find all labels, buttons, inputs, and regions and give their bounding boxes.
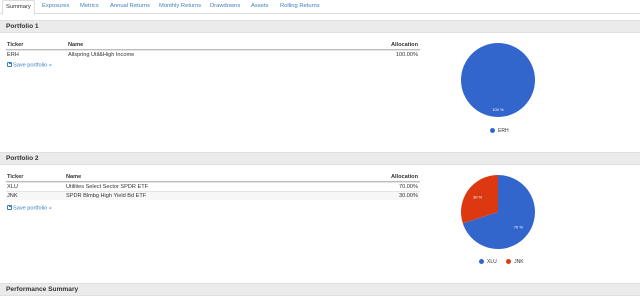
pie-slice-erh[interactable] (461, 43, 535, 117)
tab-summary[interactable]: Summary (2, 0, 35, 15)
pie-slice-label-xlu: 70 % (514, 224, 524, 229)
portfolio1-title: Portfolio 1 (6, 23, 39, 30)
legend-dot (490, 128, 495, 133)
ticker-cell: ERH (7, 52, 19, 58)
tab-annual-returns[interactable]: Annual Returns (110, 0, 150, 14)
portfolio2-legend: XLU JNK (479, 259, 532, 265)
portfolio2-header: Portfolio 2 (0, 152, 640, 165)
column-header-allocation: Allocation (390, 42, 418, 48)
column-header-allocation: Allocation (390, 174, 418, 180)
tab-exposures[interactable]: Exposures (42, 0, 69, 14)
ticker-cell: JNK (7, 193, 18, 199)
save-portfolio1-link[interactable]: Save portfolio » (7, 62, 52, 69)
legend-label: XLU (487, 259, 497, 265)
column-header-ticker: Ticker (7, 174, 24, 180)
table-header-row: Ticker Name Allocation (6, 173, 420, 182)
save-portfolio1-label: Save portfolio » (13, 62, 52, 69)
tab-bar: Summary Exposures Metrics Annual Returns… (0, 0, 640, 15)
performance-summary-title: Performance Summary (6, 286, 79, 293)
save-icon (7, 205, 12, 210)
table-header-row: Ticker Name Allocation (6, 41, 420, 50)
performance-summary-header: Performance Summary (0, 283, 640, 296)
legend-item-xlu[interactable]: XLU (479, 259, 497, 265)
tab-assets[interactable]: Assets (251, 0, 268, 14)
tab-metrics[interactable]: Metrics (80, 0, 99, 14)
legend-dot (506, 259, 512, 264)
save-icon (7, 62, 12, 67)
portfolio2-table: Ticker Name Allocation XLU Utilities Sel… (6, 173, 420, 200)
table-row: XLU Utilities Select Sector SPDR ETF 70.… (6, 182, 420, 191)
pie-slice-label-jnk: 30 % (473, 195, 483, 200)
column-header-name: Name (66, 174, 82, 180)
save-portfolio2-label: Save portfolio » (13, 205, 52, 212)
name-cell: SPDR Blmbg High Yield Bd ETF (66, 193, 147, 199)
portfolio2-pie-chart: 70 % 30 % (461, 175, 535, 249)
ticker-cell: XLU (7, 184, 18, 190)
legend-label: JNK (514, 259, 524, 265)
tab-rolling-returns[interactable]: Rolling Returns (280, 0, 320, 14)
name-cell: Allspring Util&High Income (68, 52, 135, 58)
legend-label: ERH (498, 128, 509, 134)
column-header-ticker: Ticker (7, 42, 24, 48)
allocation-cell: 30.00% (399, 193, 418, 199)
allocation-cell: 70.00% (399, 184, 418, 190)
pie-slice-label-erh: 100 % (492, 107, 504, 112)
portfolio1-header: Portfolio 1 (0, 20, 640, 33)
legend-item-jnk[interactable]: JNK (506, 259, 524, 265)
portfolio2-title: Portfolio 2 (6, 155, 39, 162)
portfolio1-pie-chart: 100 % (461, 43, 535, 117)
table-row: ERH Allspring Util&High Income 100.00% (6, 50, 420, 59)
tab-drawdowns[interactable]: Drawdowns (210, 0, 240, 14)
name-cell: Utilities Select Sector SPDR ETF (66, 184, 149, 190)
legend-item-erh[interactable]: ERH (490, 128, 509, 134)
portfolio1-legend: ERH (490, 128, 517, 134)
allocation-cell: 100.00% (395, 52, 418, 58)
save-portfolio2-link[interactable]: Save portfolio » (7, 205, 52, 212)
tab-monthly-returns[interactable]: Monthly Returns (159, 0, 201, 14)
legend-dot (479, 259, 484, 264)
table-row: JNK SPDR Blmbg High Yield Bd ETF 30.00% (6, 191, 420, 200)
portfolio1-table: Ticker Name Allocation ERH Allspring Uti… (6, 41, 420, 59)
column-header-name: Name (68, 42, 84, 48)
